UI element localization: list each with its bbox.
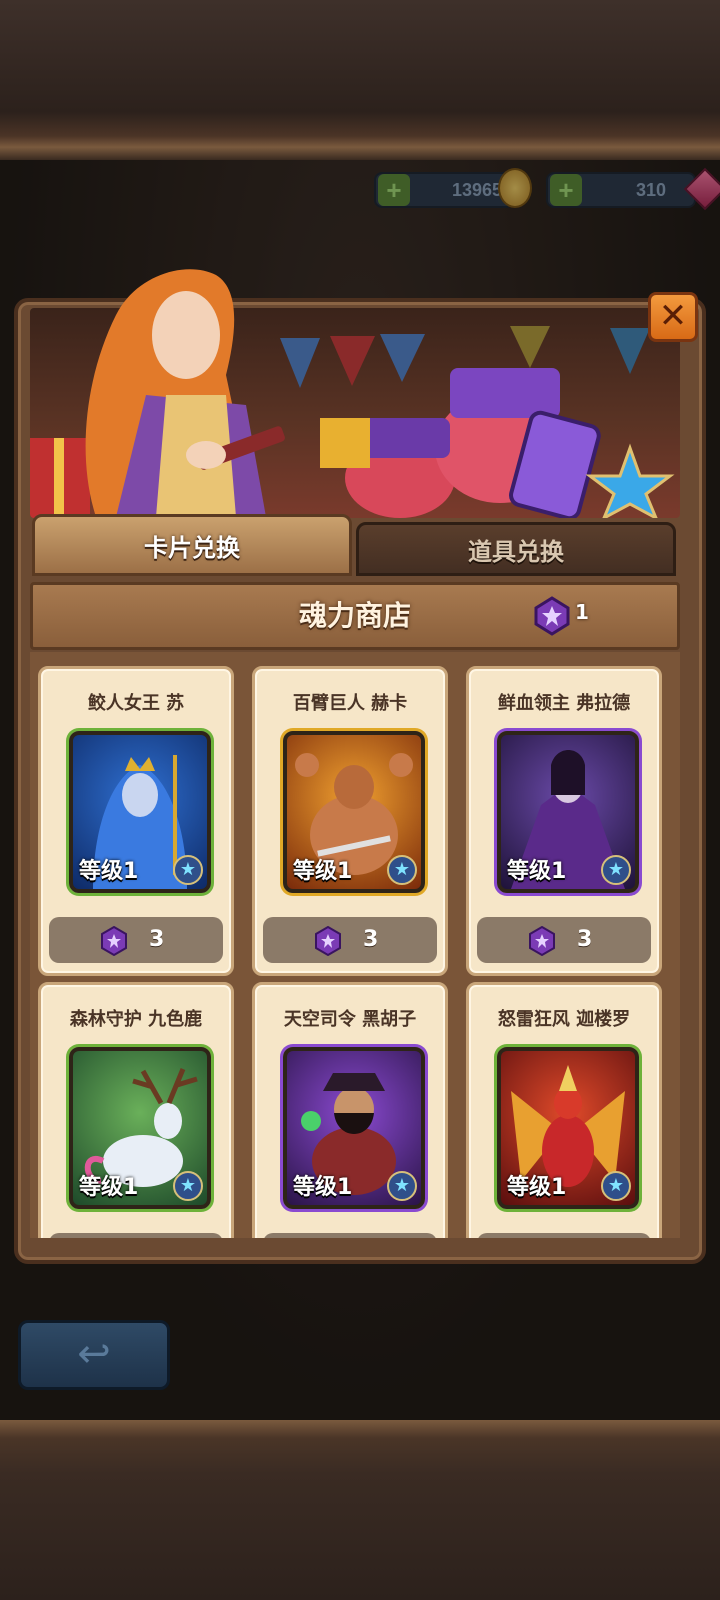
bunting-flag [330, 336, 375, 386]
star-icon [585, 443, 675, 518]
card-item[interactable]: 天空司令 黑胡子 等级1 ★ 3 [252, 982, 448, 1238]
card-name: 怒雷狂风 迦楼罗 [497, 1009, 631, 1030]
shopkeeper-face [152, 291, 220, 379]
card-name: 鲜血领主 弗拉德 [497, 693, 631, 714]
buy-button[interactable]: 3 [49, 917, 223, 963]
tab-item-exchange[interactable]: 道具兑换 [356, 522, 676, 576]
close-icon: ✕ [658, 296, 688, 336]
gift-box-icon [320, 418, 370, 468]
tab-label: 卡片兑换 [144, 534, 240, 562]
price-value: 3 [149, 1233, 164, 1238]
card-item[interactable]: 鲜血领主 弗拉德 等级1 ★ 3 [466, 666, 662, 976]
card-portrait: 等级1 ★ [283, 731, 425, 893]
card-name: 森林守护 九色鹿 [69, 1009, 203, 1030]
card-pack-icon [360, 418, 450, 458]
card-name: 天空司令 黑胡子 [283, 1009, 417, 1030]
card-item[interactable]: 森林守护 九色鹿 等级1 ★ 3 [38, 982, 234, 1238]
soul-gem-icon [534, 596, 570, 636]
star-badge-icon: ★ [601, 1171, 631, 1201]
shopkeeper-hand [186, 441, 226, 469]
card-level: 等级1 [507, 859, 567, 884]
soul-gem-icon [315, 926, 341, 956]
bunting-flag [610, 328, 650, 374]
card-item[interactable]: 鲛人女王 苏 等级1 ★ 3 [38, 666, 234, 976]
bunting-flag [380, 334, 425, 382]
card-portrait: 等级1 ★ [497, 731, 639, 893]
price-value: 3 [149, 927, 165, 952]
star-badge-icon: ★ [173, 1171, 203, 1201]
price-value: 3 [363, 1233, 378, 1238]
buy-button[interactable]: 3 [263, 917, 437, 963]
star-badge-icon: ★ [601, 855, 631, 885]
card-portrait: 等级1 ★ [69, 1047, 211, 1209]
star-badge-icon: ★ [387, 1171, 417, 1201]
soul-gem-icon [101, 926, 127, 956]
tab-card-exchange[interactable]: 卡片兑换 [32, 514, 352, 576]
close-button[interactable]: ✕ [648, 292, 698, 342]
soul-balance: 1 [575, 600, 589, 624]
card-portrait: 等级1 ★ [497, 1047, 639, 1209]
card-name: 鲛人女王 苏 [87, 693, 185, 714]
card-item[interactable]: 百臂巨人 赫卡 等级1 ★ 3 [252, 666, 448, 976]
card-portrait: 等级1 ★ [69, 731, 211, 893]
card-grid: 鲛人女王 苏 等级1 ★ 3 百臂巨人 赫卡 等级1 ★ 3 鲜血领主 弗拉德 … [30, 652, 680, 1238]
card-portrait: 等级1 ★ [283, 1047, 425, 1209]
bottom-wood-beam [0, 1420, 720, 1600]
bunting-flag [510, 326, 550, 368]
back-arrow-icon: ↩ [77, 1331, 111, 1377]
card-pack-icon [450, 368, 560, 418]
soul-gem-icon [529, 926, 555, 956]
price-value: 3 [363, 927, 379, 952]
top-wood-beam [0, 0, 720, 160]
back-button[interactable]: ↩ [18, 1320, 170, 1390]
star-badge-icon: ★ [387, 855, 417, 885]
card-level: 等级1 [79, 859, 139, 884]
price-value: 3 [577, 927, 593, 952]
price-value: 3 [577, 1233, 592, 1238]
shopkeeper-portrait [85, 269, 285, 517]
tab-label: 道具兑换 [468, 538, 564, 566]
card-name: 百臂巨人 赫卡 [292, 693, 408, 714]
card-level: 等级1 [293, 1175, 353, 1200]
buy-button[interactable]: 3 [477, 1233, 651, 1238]
buy-button[interactable]: 3 [477, 917, 651, 963]
card-level: 等级1 [79, 1175, 139, 1200]
card-level: 等级1 [293, 859, 353, 884]
buy-button[interactable]: 3 [263, 1233, 437, 1238]
star-badge-icon: ★ [173, 855, 203, 885]
buy-button[interactable]: 3 [49, 1233, 223, 1238]
card-level: 等级1 [507, 1175, 567, 1200]
card-item[interactable]: 怒雷狂风 迦楼罗 等级1 ★ 3 [466, 982, 662, 1238]
